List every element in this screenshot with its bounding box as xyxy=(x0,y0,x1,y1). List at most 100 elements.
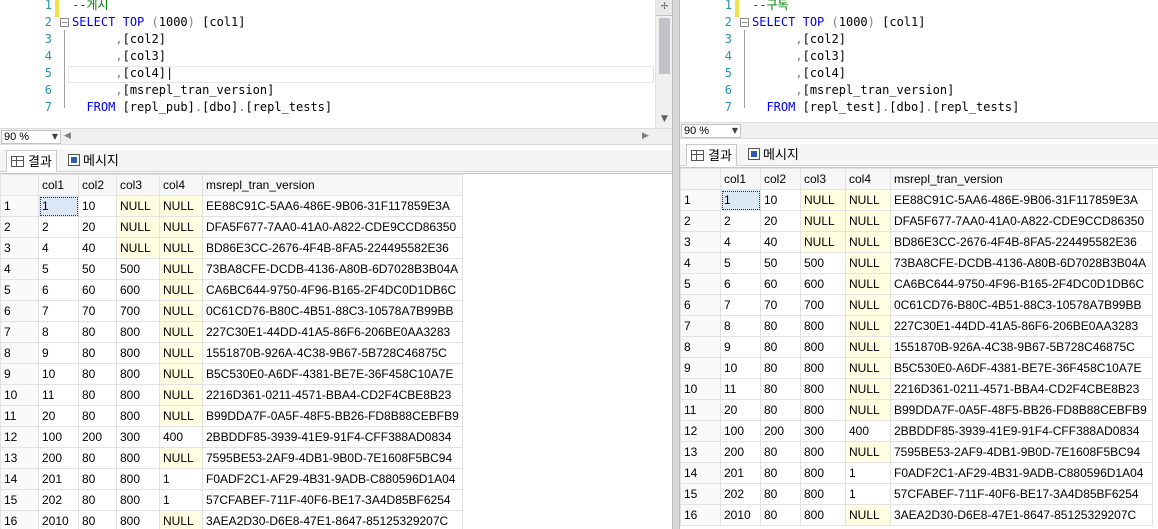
table-cell[interactable]: NULL xyxy=(159,300,203,322)
table-cell[interactable]: 73BA8CFE-DCDB-4136-A80B-6D7028B3B04A xyxy=(890,252,1153,274)
column-header[interactable]: col3 xyxy=(800,168,846,190)
table-cell[interactable]: 80 xyxy=(760,441,801,463)
row-number[interactable]: 5 xyxy=(0,279,39,301)
table-cell[interactable]: 2 xyxy=(720,210,761,232)
table-cell[interactable]: 500 xyxy=(116,258,160,280)
table-row[interactable]: 1 1 10 NULL NULL EE88C91C-5AA6-486E-9B06-31F1… xyxy=(0,195,463,217)
table-cell[interactable]: 700 xyxy=(116,300,160,322)
row-number[interactable]: 16 xyxy=(680,504,721,526)
results-grid[interactable]: col1 col2 col3 col4 msrepl_tran_version 1 1 10 N… xyxy=(0,173,672,529)
table-cell[interactable]: CA6BC644-9750-4F96-B165-2F4DC0D1DB6C xyxy=(202,279,463,301)
table-row[interactable]: 10 11 80 800 NULL 2216D361-0211-4571-BBA4-CD2… xyxy=(680,378,1153,400)
row-number[interactable]: 14 xyxy=(0,468,39,490)
table-cell[interactable]: 800 xyxy=(800,441,846,463)
table-cell[interactable]: B99DDA7F-0A5F-48F5-BB26-FD8B88CEBFB9 xyxy=(202,405,463,427)
table-cell[interactable]: 80 xyxy=(760,399,801,421)
table-cell[interactable]: NULL xyxy=(845,378,891,400)
table-cell[interactable]: 1 xyxy=(159,489,203,511)
table-cell[interactable]: NULL xyxy=(159,321,203,343)
table-cell[interactable]: 7595BE53-2AF9-4DB1-9B0D-7E1608F5BC94 xyxy=(890,441,1153,463)
table-cell[interactable]: NULL xyxy=(845,189,891,211)
row-number[interactable]: 6 xyxy=(680,294,721,316)
table-cell[interactable]: 202 xyxy=(38,489,79,511)
table-cell[interactable]: 800 xyxy=(116,384,160,406)
table-cell[interactable]: 50 xyxy=(78,258,117,280)
table-row[interactable]: 16 2010 80 800 NULL 3AEA2D30-D6E8-47E1-8647-8… xyxy=(680,504,1153,526)
row-number[interactable]: 8 xyxy=(680,336,721,358)
table-row[interactable]: 11 20 80 800 NULL B99DDA7F-0A5F-48F5-BB26-FD8… xyxy=(680,399,1153,421)
table-cell[interactable]: 800 xyxy=(116,447,160,469)
table-cell[interactable]: B5C530E0-A6DF-4381-BE7E-36F458C10A7E xyxy=(890,357,1153,379)
table-cell[interactable]: B5C530E0-A6DF-4381-BE7E-36F458C10A7E xyxy=(202,363,463,385)
table-cell[interactable]: 80 xyxy=(760,378,801,400)
table-cell[interactable]: BD86E3CC-2676-4F4B-8FA5-224495582E36 xyxy=(890,231,1153,253)
table-cell[interactable]: 1 xyxy=(845,462,891,484)
table-cell[interactable]: 2216D361-0211-4571-BBA4-CD2F4CBE8B23 xyxy=(890,378,1153,400)
table-cell[interactable]: NULL xyxy=(845,504,891,526)
row-number[interactable]: 10 xyxy=(680,378,721,400)
row-number[interactable]: 2 xyxy=(0,216,39,238)
table-row[interactable]: 13 200 80 800 NULL 7595BE53-2AF9-4DB1-9B0D-7E… xyxy=(0,447,463,469)
zoom-select[interactable]: 90 % ▼ xyxy=(681,124,741,138)
table-cell[interactable]: NULL xyxy=(845,294,891,316)
table-row[interactable]: 3 4 40 NULL NULL BD86E3CC-2676-4F4B-8FA5-2244… xyxy=(0,237,463,259)
table-cell[interactable]: 800 xyxy=(800,504,846,526)
table-cell[interactable]: NULL xyxy=(845,315,891,337)
table-cell[interactable]: 1551870B-926A-4C38-9B67-5B728C46875C xyxy=(890,336,1153,358)
table-cell[interactable]: NULL xyxy=(159,279,203,301)
row-number[interactable]: 6 xyxy=(0,300,39,322)
row-number[interactable]: 9 xyxy=(0,363,39,385)
table-row[interactable]: 8 9 80 800 NULL 1551870B-926A-4C38-9B67-5B728… xyxy=(680,336,1153,358)
table-cell[interactable]: 7 xyxy=(720,294,761,316)
zoom-select[interactable]: 90 % ▼ xyxy=(1,130,61,144)
table-cell[interactable]: 9 xyxy=(38,342,79,364)
table-cell[interactable]: 100 xyxy=(38,426,79,448)
table-cell[interactable]: 800 xyxy=(800,315,846,337)
table-cell[interactable]: 1 xyxy=(845,483,891,505)
table-cell[interactable]: 1551870B-926A-4C38-9B67-5B728C46875C xyxy=(202,342,463,364)
table-cell[interactable]: F0ADF2C1-AF29-4B31-9ADB-C880596D1A04 xyxy=(890,462,1153,484)
table-row[interactable]: 15 202 80 800 1 57CFABEF-711F-40F6-BE17-3A4D8… xyxy=(0,489,463,511)
table-cell[interactable]: 80 xyxy=(78,342,117,364)
row-number[interactable]: 13 xyxy=(0,447,39,469)
table-cell[interactable]: 2010 xyxy=(38,510,79,529)
column-header[interactable]: col1 xyxy=(720,168,761,190)
scroll-right-icon[interactable]: ▶ xyxy=(642,131,649,141)
table-cell[interactable]: F0ADF2C1-AF29-4B31-9ADB-C880596D1A04 xyxy=(202,468,463,490)
table-cell[interactable]: 80 xyxy=(78,363,117,385)
table-cell[interactable]: 80 xyxy=(78,321,117,343)
table-cell[interactable]: 9 xyxy=(720,336,761,358)
table-cell[interactable]: 73BA8CFE-DCDB-4136-A80B-6D7028B3B04A xyxy=(202,258,463,280)
table-row[interactable]: 7 8 80 800 NULL 227C30E1-44DD-41A5-86F6-206BE… xyxy=(0,321,463,343)
table-cell[interactable]: 10 xyxy=(720,357,761,379)
tab-results[interactable]: 결과 xyxy=(6,150,57,172)
table-cell[interactable]: 200 xyxy=(78,426,117,448)
table-cell[interactable]: 70 xyxy=(760,294,801,316)
table-row[interactable]: 16 2010 80 800 NULL 3AEA2D30-D6E8-47E1-8647-8… xyxy=(0,510,463,529)
table-cell[interactable]: 4 xyxy=(38,237,79,259)
table-cell[interactable]: NULL xyxy=(845,210,891,232)
table-cell[interactable]: 400 xyxy=(845,420,891,442)
table-row[interactable]: 4 5 50 500 NULL 73BA8CFE-DCDB-4136-A80B-6D702… xyxy=(680,252,1153,274)
row-number[interactable]: 2 xyxy=(680,210,721,232)
table-row[interactable]: 2 2 20 NULL NULL DFA5F677-7AA0-41A0-A822-CDE9… xyxy=(680,210,1153,232)
column-header[interactable]: col1 xyxy=(38,174,79,196)
table-cell[interactable]: NULL xyxy=(800,231,846,253)
row-number[interactable]: 3 xyxy=(0,237,39,259)
table-cell[interactable]: 600 xyxy=(800,273,846,295)
table-cell[interactable]: 8 xyxy=(38,321,79,343)
table-cell[interactable]: NULL xyxy=(159,384,203,406)
table-cell[interactable]: NULL xyxy=(159,195,203,217)
table-cell[interactable]: 7 xyxy=(38,300,79,322)
table-cell[interactable]: 10 xyxy=(78,195,117,217)
table-cell[interactable]: 80 xyxy=(78,510,117,529)
table-cell[interactable]: NULL xyxy=(159,237,203,259)
row-number[interactable]: 12 xyxy=(0,426,39,448)
tab-messages[interactable]: 메시지 xyxy=(744,144,803,166)
table-cell[interactable]: 201 xyxy=(720,462,761,484)
table-cell[interactable]: NULL xyxy=(845,357,891,379)
tab-messages[interactable]: 메시지 xyxy=(64,150,123,172)
table-row[interactable]: 8 9 80 800 NULL 1551870B-926A-4C38-9B67-5B728… xyxy=(0,342,463,364)
table-cell[interactable]: NULL xyxy=(159,342,203,364)
table-cell[interactable]: NULL xyxy=(159,510,203,529)
